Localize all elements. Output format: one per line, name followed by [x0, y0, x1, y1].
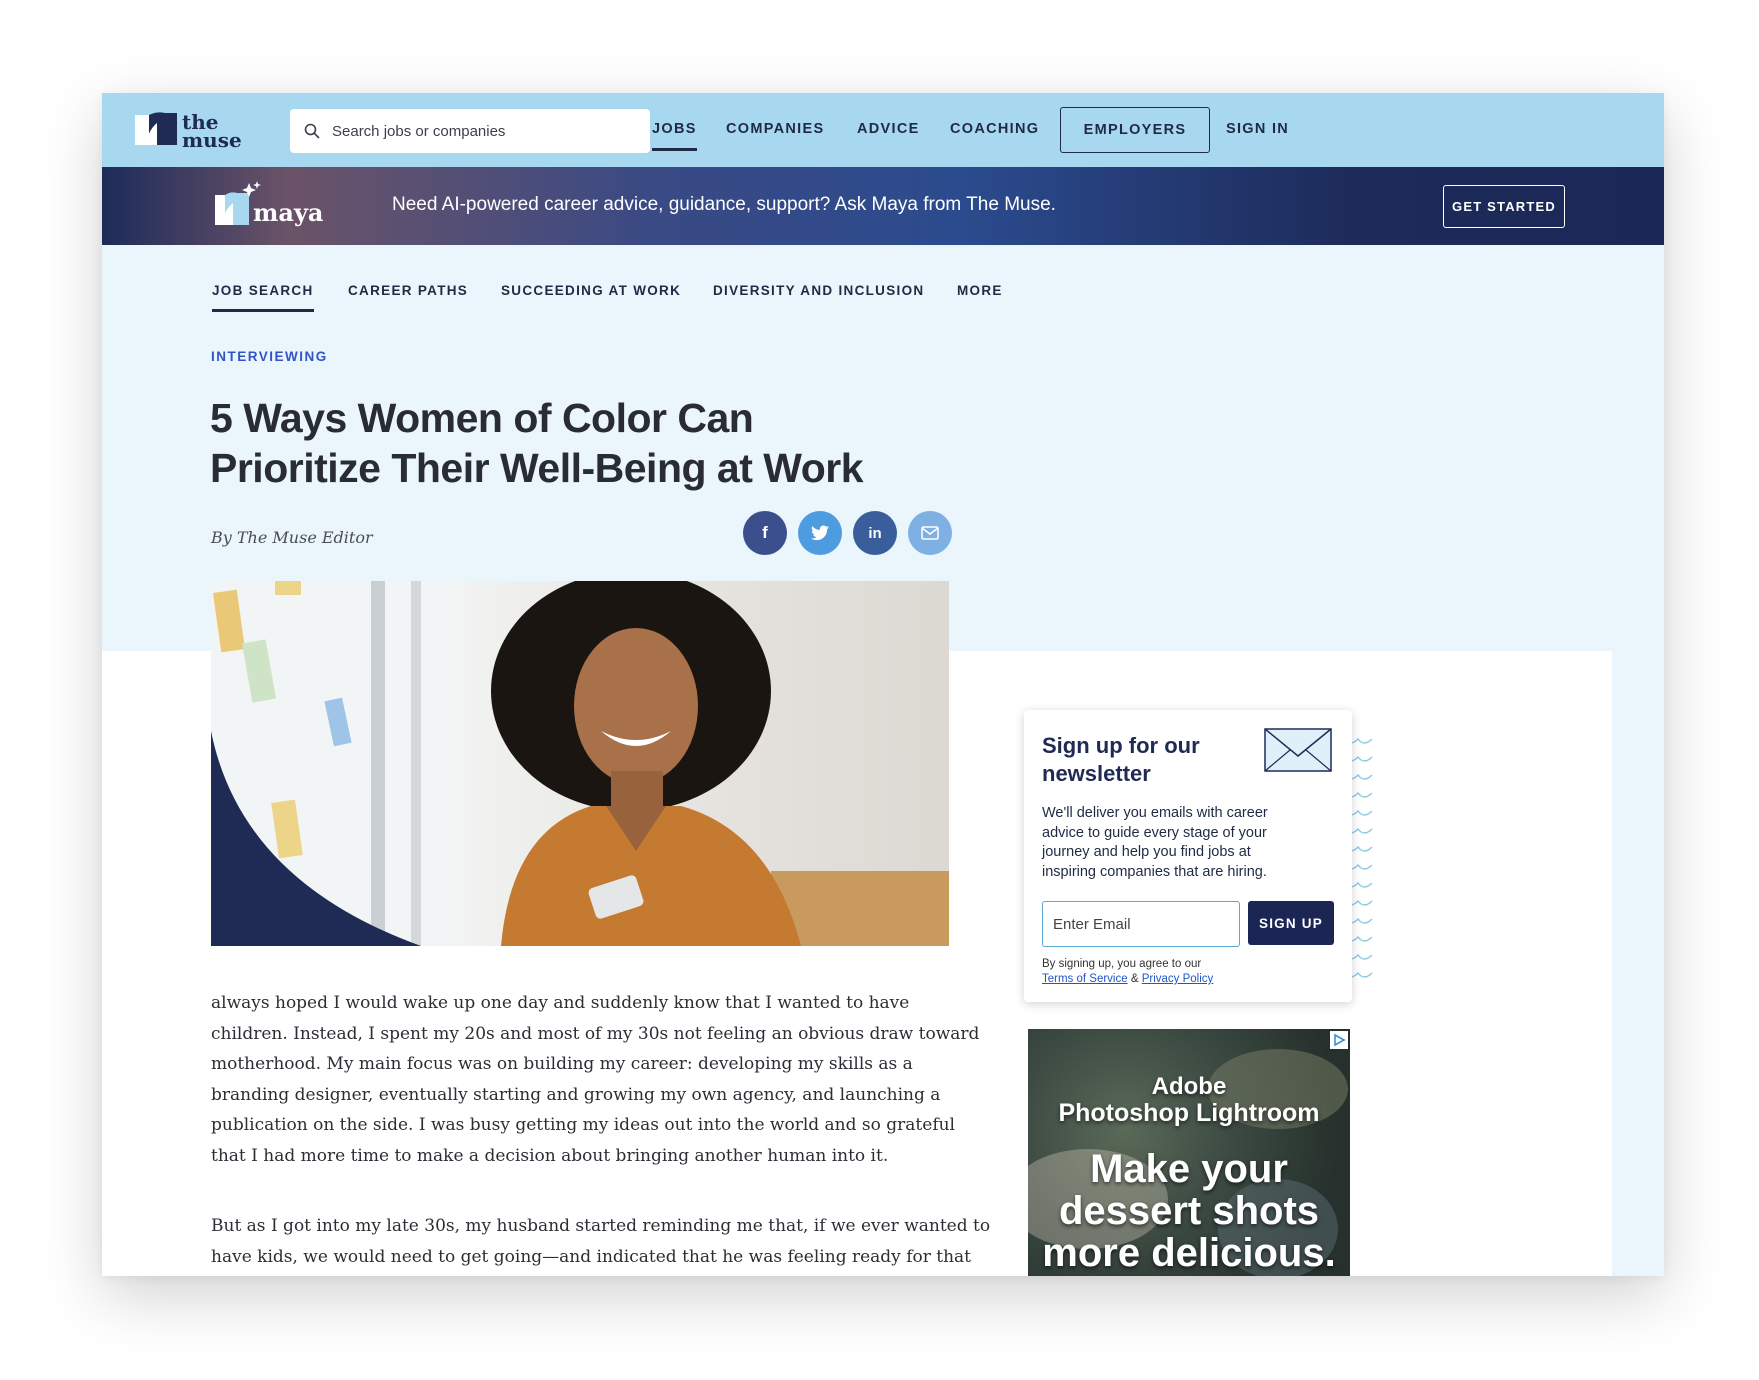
nav-companies[interactable]: COMPANIES — [726, 121, 824, 137]
svg-text:muse: muse — [182, 128, 242, 151]
search-input[interactable]: Search jobs or companies — [332, 123, 505, 140]
email-icon — [921, 526, 939, 540]
newsletter-legal: By signing up, you agree to our Terms of… — [1042, 957, 1213, 987]
subnav-succeeding-at-work[interactable]: SUCCEEDING AT WORK — [501, 283, 681, 298]
facebook-share-button[interactable]: f — [743, 511, 787, 555]
top-nav: the muse Search jobs or companies JOBS C… — [102, 93, 1664, 167]
advertisement[interactable]: Adobe Photoshop Lightroom Make your dess… — [1028, 1029, 1350, 1276]
article-paragraph: always hoped I would wake up one day and… — [211, 993, 980, 1166]
ad-brand-line-1: Adobe — [1151, 1073, 1227, 1100]
nav-coaching[interactable]: COACHING — [950, 121, 1039, 137]
article-body: always hoped I would wake up one day and… — [211, 988, 991, 1276]
legal-links: Terms of Service & Privacy Policy — [1042, 972, 1213, 987]
nav-advice[interactable]: ADVICE — [857, 121, 920, 137]
newsletter-email-input[interactable]: Enter Email — [1042, 901, 1240, 947]
legal-prefix: By signing up, you agree to our — [1042, 958, 1202, 970]
newsletter-title: Sign up for our newsletter — [1042, 733, 1200, 786]
ad-headline-1: Make your — [1090, 1147, 1288, 1191]
maya-message: Need AI-powered career advice, guidance,… — [392, 194, 1056, 215]
linkedin-icon: in — [868, 524, 882, 542]
newsletter-description: We'll deliver you emails with career adv… — [1042, 805, 1268, 880]
nav-jobs[interactable]: JOBS — [652, 121, 697, 151]
subnav-job-search[interactable]: JOB SEARCH — [212, 283, 314, 312]
the-muse-logo[interactable]: the muse — [135, 111, 253, 151]
twitter-share-button[interactable] — [798, 511, 842, 555]
article-hero-image — [211, 581, 949, 946]
newsletter-card: Sign up for our newsletter We'll deliver… — [1024, 710, 1352, 1002]
svg-text:maya: maya — [253, 198, 323, 227]
article-title: 5 Ways Women of Color Can Prioritize The… — [210, 393, 930, 493]
linkedin-share-button[interactable]: in — [853, 511, 897, 555]
subnav-diversity-and-inclusion[interactable]: DIVERSITY AND INCLUSION — [713, 283, 924, 298]
legal-ampersand: & — [1130, 973, 1139, 985]
employers-button[interactable]: EMPLOYERS — [1060, 107, 1210, 153]
subnav-more[interactable]: MORE — [957, 283, 1003, 298]
subnav-career-paths[interactable]: CAREER PATHS — [348, 283, 468, 298]
article-title-line-2: Prioritize Their Well-Being at Work — [210, 445, 864, 491]
search-icon — [304, 123, 320, 139]
email-share-button[interactable] — [908, 511, 952, 555]
search-box[interactable]: Search jobs or companies — [290, 109, 650, 153]
envelope-icon — [1264, 728, 1332, 772]
ad-brand-line-2: Photoshop Lightroom — [1058, 1099, 1320, 1127]
get-started-button[interactable]: GET STARTED — [1443, 185, 1565, 228]
newsletter-signup-button[interactable]: SIGN UP — [1248, 901, 1334, 945]
maya-banner: maya Need AI-powered career advice, guid… — [102, 167, 1664, 245]
privacy-policy-link[interactable]: Privacy Policy — [1142, 973, 1214, 985]
sign-in-link[interactable]: SIGN IN — [1226, 121, 1289, 137]
article-byline: By The Muse Editor — [211, 528, 373, 547]
ad-choices-icon[interactable] — [1330, 1031, 1348, 1049]
maya-logo[interactable]: maya — [213, 181, 323, 231]
hero-illustration — [211, 581, 949, 946]
article-paragraph: But as I got into my late 30s, my husban… — [211, 1216, 991, 1267]
ad-headline-3: more delicious. — [1042, 1231, 1336, 1275]
article-title-line-1: 5 Ways Women of Color Can — [210, 395, 754, 441]
terms-of-service-link[interactable]: Terms of Service — [1042, 973, 1128, 985]
browser-frame: the muse Search jobs or companies JOBS C… — [102, 93, 1664, 1276]
ad-headline-2: dessert shots — [1058, 1189, 1320, 1233]
article-category[interactable]: INTERVIEWING — [211, 349, 328, 364]
twitter-icon — [811, 525, 829, 541]
facebook-icon: f — [762, 523, 768, 542]
